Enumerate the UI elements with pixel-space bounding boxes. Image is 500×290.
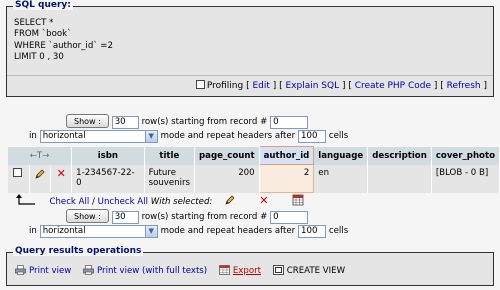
cells-text-bottom: cells — [328, 226, 349, 236]
create-view-icon — [272, 265, 284, 275]
show-button[interactable]: Show : — [66, 114, 109, 128]
create-view-link[interactable]: CREATE VIEW — [287, 266, 345, 276]
results-table: ←T→ isbn title page_count author_id lang… — [8, 146, 500, 193]
sql-query-text: SELECT * FROM `book` WHERE `author_id` =… — [14, 18, 113, 63]
display-mode-value-bottom: horizontal — [42, 226, 86, 236]
print-view-link[interactable]: Print view — [29, 266, 71, 276]
create-view-item[interactable]: CREATE VIEW — [272, 265, 345, 276]
column-header-isbn[interactable]: isbn — [71, 146, 145, 165]
arrow-up-left-icon — [16, 194, 35, 205]
row-checkbox[interactable] — [12, 167, 22, 177]
in-label-bottom: in — [29, 226, 37, 236]
cell-author-id: 2 — [258, 164, 315, 193]
display-mode-select[interactable]: horizontal ▼ — [39, 130, 158, 143]
cell-cover-photo: [BLOB - 0 B] — [431, 164, 500, 193]
chevron-down-icon: ▼ — [144, 226, 157, 237]
with-selected-label: With selected: — [150, 197, 213, 207]
cell-isbn: 1-234567-22-0 — [71, 164, 145, 193]
sql-query-legend: SQL query: — [13, 0, 73, 10]
display-mode-value: horizontal — [42, 131, 86, 141]
edit-selected-icon[interactable] — [224, 194, 236, 206]
top-nav-row: Show : 30 row(s) starting from record # … — [66, 114, 309, 129]
row-count-input[interactable]: 30 — [111, 116, 139, 129]
repeat-headers-input-bottom[interactable]: 100 — [298, 225, 327, 238]
refresh-link[interactable]: Refresh — [447, 81, 481, 91]
column-header-language[interactable]: language — [313, 146, 369, 165]
create-php-code-link[interactable]: Create PHP Code — [355, 81, 431, 91]
cell-description — [367, 164, 432, 193]
mode-row-bottom: in horizontal ▼ mode and repeat headers a… — [29, 225, 348, 238]
cell-language: en — [313, 164, 369, 193]
column-header-page-count[interactable]: page_count — [194, 146, 260, 165]
sql-line: SELECT * — [14, 18, 54, 28]
export-link[interactable]: Export — [233, 266, 261, 276]
print-view-full-link[interactable]: Print view (with full texts) — [97, 266, 207, 276]
mode-text: mode and repeat headers after — [160, 131, 296, 141]
repeat-headers-input[interactable]: 100 — [298, 130, 327, 143]
row-checkbox-cell — [8, 164, 30, 193]
profiling-label: Profiling — [206, 81, 244, 91]
sql-query-panel: SQL query: SELECT * FROM `book` WHERE `a… — [6, 0, 494, 97]
printer-icon — [15, 265, 26, 275]
cells-text: cells — [328, 131, 349, 141]
delete-selected-icon[interactable]: ✕ — [259, 194, 268, 207]
table-header-row: ←T→ isbn title page_count author_id lang… — [8, 146, 500, 165]
sort-arrows[interactable]: ←T→ — [8, 146, 73, 165]
table-row: ✕ 1-234567-22-0 Future souvenirs 200 2 en… — [8, 164, 500, 193]
chevron-down-icon: ▼ — [144, 131, 157, 142]
column-header-author-id[interactable]: author_id — [258, 146, 315, 165]
row-count-input-bottom[interactable]: 30 — [111, 211, 139, 224]
explain-sql-link[interactable]: Explain SQL — [285, 81, 339, 91]
mode-row: in horizontal ▼ mode and repeat headers a… — [29, 130, 348, 143]
column-header-description[interactable]: description — [367, 146, 432, 165]
sql-line: WHERE `author_id` =2 — [14, 40, 113, 51]
query-results-operations-panel: Query results operations Print view Prin… — [6, 246, 494, 286]
delete-icon[interactable]: ✕ — [50, 164, 73, 193]
printer-icon — [83, 265, 94, 275]
mode-text-bottom: mode and repeat headers after — [160, 226, 296, 236]
sql-line: FROM `book` — [14, 29, 72, 40]
operations-legend: Query results operations — [13, 246, 144, 256]
edit-icon[interactable] — [29, 164, 52, 193]
uncheck-all-link[interactable]: Uncheck All — [98, 197, 148, 207]
cell-page-count: 200 — [194, 164, 260, 193]
bulk-actions-row: Check All / Uncheck All With selected: ✕ — [16, 194, 304, 207]
sql-query-links: Profiling [ Edit ] [ Explain SQL ] [ Cre… — [7, 75, 493, 96]
display-mode-select-bottom[interactable]: horizontal ▼ — [39, 225, 158, 238]
edit-link[interactable]: Edit — [252, 81, 269, 91]
column-header-cover-photo[interactable]: cover_photo — [431, 146, 500, 165]
operations-row: Print view Print view (with full texts) … — [15, 265, 354, 276]
bottom-nav-row: Show : 30 row(s) starting from record # … — [66, 209, 309, 224]
export-item[interactable]: Export — [219, 265, 261, 276]
export-selected-icon[interactable] — [292, 194, 304, 206]
check-all-link[interactable]: Check All — [49, 197, 89, 207]
export-icon — [219, 265, 230, 275]
print-view-full-item[interactable]: Print view (with full texts) — [83, 265, 207, 276]
start-record-input-bottom[interactable]: 0 — [270, 211, 309, 224]
start-record-input[interactable]: 0 — [270, 116, 309, 129]
rows-starting-text: row(s) starting from record # — [141, 117, 268, 127]
sql-line: LIMIT 0 , 30 — [14, 51, 64, 62]
cell-title: Future souvenirs — [144, 164, 196, 193]
show-button-bottom[interactable]: Show : — [66, 209, 109, 223]
in-label: in — [29, 131, 37, 141]
rows-starting-text-bottom: row(s) starting from record # — [141, 212, 268, 222]
print-view-item[interactable]: Print view — [15, 265, 71, 276]
check-separator: / — [92, 197, 95, 207]
profiling-checkbox[interactable] — [195, 80, 205, 89]
column-header-title[interactable]: title — [144, 146, 196, 165]
